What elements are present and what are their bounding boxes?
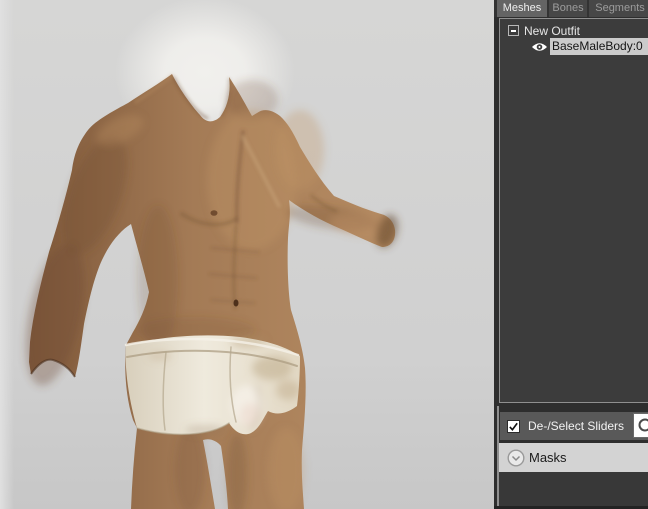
tree-item-basemalebody[interactable]: BaseMaleBody:0 (500, 38, 648, 55)
magnifier-icon (638, 418, 648, 431)
highlight-right-thigh (268, 428, 304, 509)
tree-item-label: New Outfit (524, 23, 581, 38)
masks-section-label: Masks (529, 450, 567, 465)
right-panel: Meshes Bones Segments New Outfit BaseMal… (494, 0, 648, 509)
masks-section-header[interactable]: Masks (499, 443, 648, 472)
tab-segments[interactable]: Segments (589, 0, 648, 17)
panel-bottom-area (499, 472, 648, 506)
deselect-sliders-label: De-/Select Sliders (528, 419, 625, 433)
highlight-right-deltoid (276, 110, 324, 190)
male-body-mesh-render (25, 74, 398, 509)
application-window: Meshes Bones Segments New Outfit BaseMal… (0, 0, 648, 509)
selected-mesh-label[interactable]: BaseMaleBody:0 (550, 38, 648, 55)
line-linea-alba (232, 224, 238, 310)
briefs-smudge-2 (276, 380, 300, 400)
tree-item-new-outfit[interactable]: New Outfit (500, 22, 648, 39)
viewport-3d[interactable] (0, 0, 494, 509)
tab-bones[interactable]: Bones (549, 0, 587, 17)
nipple (210, 210, 218, 216)
tab-bar: Meshes Bones Segments (494, 0, 648, 17)
sliders-toolbar: De-/Select Sliders (500, 412, 648, 440)
checkmark-icon (509, 422, 518, 431)
search-box[interactable] (633, 413, 648, 438)
navel (233, 299, 239, 307)
chevron-down-icon[interactable] (507, 448, 525, 467)
deselect-sliders-checkbox[interactable] (507, 419, 520, 433)
minus-collapse-icon[interactable] (508, 25, 519, 36)
eye-visibility-icon[interactable] (531, 41, 548, 53)
tab-meshes[interactable]: Meshes (497, 0, 547, 17)
mesh-tree: New Outfit BaseMaleBody:0 (499, 18, 648, 403)
